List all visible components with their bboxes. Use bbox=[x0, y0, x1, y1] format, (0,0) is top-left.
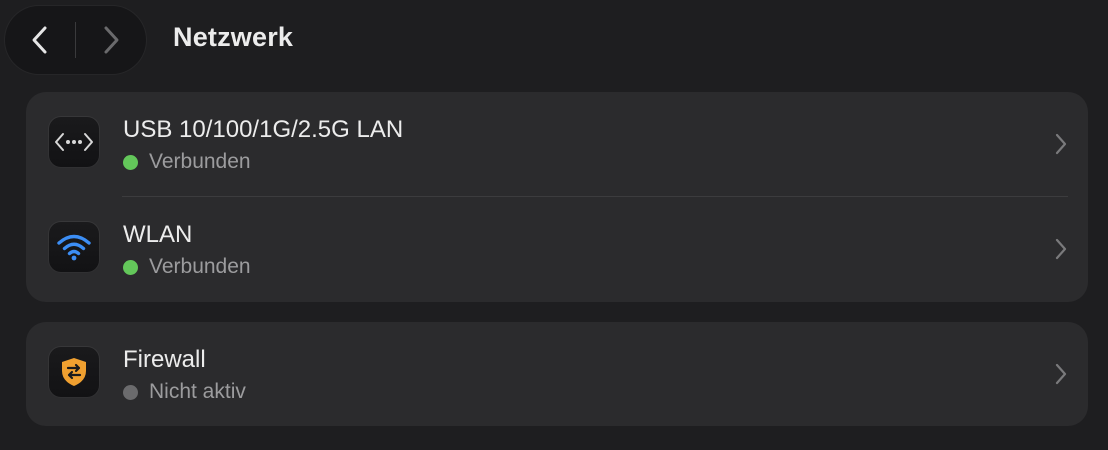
service-name: Firewall bbox=[123, 346, 206, 373]
ethernet-icon bbox=[48, 116, 100, 168]
status-text: Verbunden bbox=[149, 255, 251, 278]
page-title: Netzwerk bbox=[173, 22, 294, 52]
list-item-ethernet[interactable]: USB 10/100/1G/2.5G LAN Verbunden bbox=[26, 92, 1088, 197]
status-dot-connected bbox=[123, 154, 138, 170]
chevron-right-icon bbox=[1055, 133, 1067, 155]
firewall-shield-icon bbox=[48, 346, 100, 398]
list-item-firewall[interactable]: Firewall Nicht aktiv bbox=[26, 322, 1088, 426]
chevron-right-icon bbox=[1055, 238, 1067, 260]
toolbar: Netzwerk bbox=[0, 0, 1108, 82]
service-name: USB 10/100/1G/2.5G LAN bbox=[123, 116, 404, 143]
status-text: Verbunden bbox=[149, 150, 251, 173]
status-label: Nicht aktiv bbox=[123, 380, 246, 404]
status-text: Nicht aktiv bbox=[149, 380, 246, 403]
chevron-left-icon bbox=[32, 26, 47, 54]
forward-button[interactable] bbox=[76, 6, 146, 74]
status-label: Verbunden bbox=[123, 255, 251, 279]
back-button[interactable] bbox=[5, 6, 75, 74]
navigation-buttons bbox=[5, 6, 146, 74]
service-name: WLAN bbox=[123, 221, 193, 248]
chevron-right-icon bbox=[104, 26, 119, 54]
status-dot-connected bbox=[123, 259, 138, 275]
status-dot-inactive bbox=[123, 384, 138, 400]
chevron-right-icon bbox=[1055, 363, 1067, 385]
status-label: Verbunden bbox=[123, 150, 251, 174]
security-group: Firewall Nicht aktiv bbox=[26, 322, 1088, 426]
wifi-icon bbox=[48, 221, 100, 273]
network-services-group: USB 10/100/1G/2.5G LAN Verbunden WLAN Ve… bbox=[26, 92, 1088, 302]
list-item-wlan[interactable]: WLAN Verbunden bbox=[26, 197, 1088, 302]
